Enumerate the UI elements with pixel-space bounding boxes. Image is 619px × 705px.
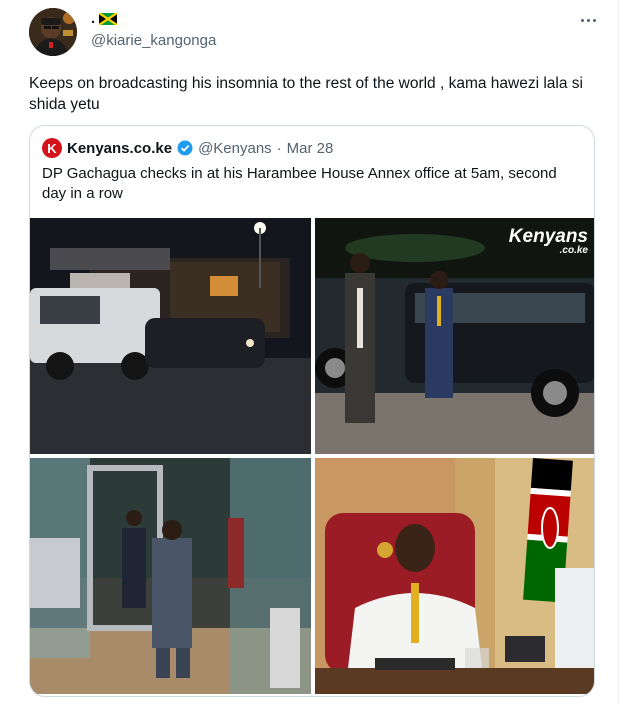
quoted-author-name[interactable]: Kenyans.co.ke <box>67 140 172 157</box>
photo-office-desk[interactable] <box>315 458 594 694</box>
quoted-tweet-header: K Kenyans.co.ke @Kenyans · Mar 28 <box>42 138 333 158</box>
tweet-card[interactable]: . @kiarie_kangonga Keeps on broadcasting… <box>0 0 619 705</box>
quoted-tweet-date[interactable]: Mar 28 <box>287 140 334 157</box>
author-handle[interactable]: @kiarie_kangonga <box>91 32 216 49</box>
verified-badge-icon <box>177 140 193 156</box>
photo-security-gate[interactable] <box>30 458 311 694</box>
jamaica-flag-icon <box>99 12 118 25</box>
more-options-icon[interactable] <box>576 10 600 30</box>
kenyans-watermark: Kenyans .co.ke <box>508 226 588 256</box>
avatar-image <box>29 8 77 56</box>
watermark-main: Kenyans <box>508 226 588 247</box>
kenyans-logo-icon: K <box>42 138 62 158</box>
meta-separator: · <box>276 139 282 157</box>
avatar[interactable] <box>29 8 77 56</box>
tweet-text: Keeps on broadcasting his insomnia to th… <box>29 75 583 113</box>
quoted-tweet[interactable]: K Kenyans.co.ke @Kenyans · Mar 28 DP Gac… <box>29 125 595 697</box>
quoted-tweet-text: DP Gachagua checks in at his Harambee Ho… <box>42 165 557 202</box>
watermark-sub: .co.ke <box>559 245 588 256</box>
photo-arrival-suv[interactable]: Kenyans .co.ke <box>315 218 594 454</box>
author-display-name[interactable]: . <box>91 10 118 27</box>
quoted-author-handle[interactable]: @Kenyans <box>198 140 272 157</box>
media-grid: Kenyans .co.ke <box>30 218 594 694</box>
author-name-text: . <box>91 10 96 27</box>
photo-night-vehicles[interactable] <box>30 218 311 454</box>
